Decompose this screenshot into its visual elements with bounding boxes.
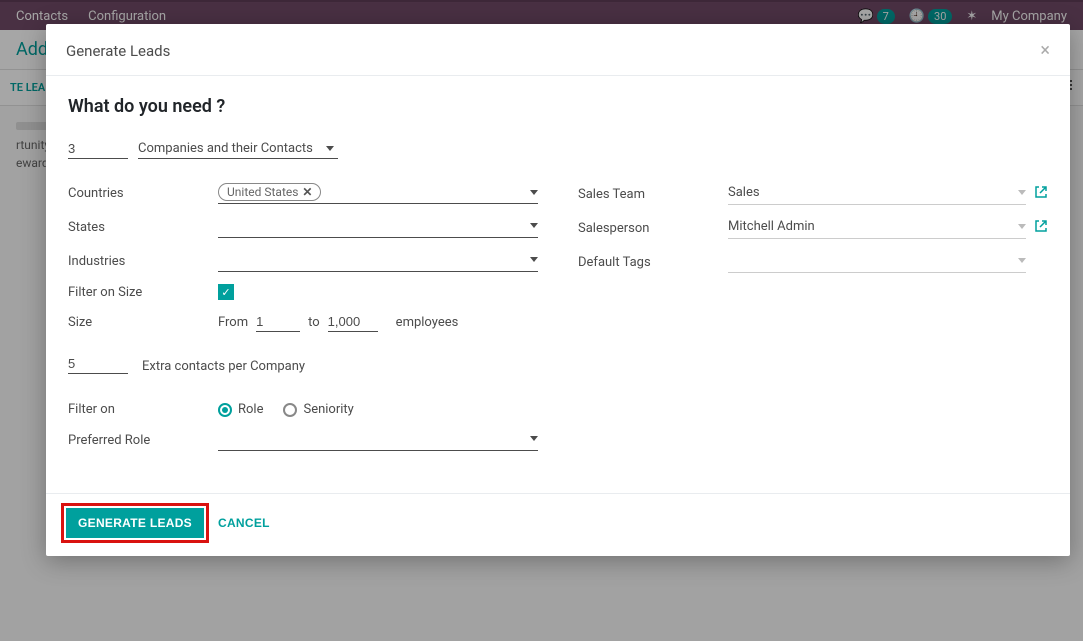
sales-team-value: Sales xyxy=(728,185,760,200)
modal-body: What do you need ? Companies and their C… xyxy=(46,76,1070,493)
label-filter-on: Filter on xyxy=(68,402,218,417)
size-to-input[interactable] xyxy=(328,312,378,332)
chevron-down-icon xyxy=(530,190,538,195)
modal-heading: What do you need ? xyxy=(68,96,1048,117)
lead-count-input[interactable] xyxy=(68,139,128,159)
filter-on-role-radio[interactable]: Role xyxy=(218,402,263,417)
chevron-down-icon xyxy=(326,146,334,151)
label-filter-size: Filter on Size xyxy=(68,285,218,300)
chevron-down-icon xyxy=(1018,258,1026,263)
label-employees: employees xyxy=(396,315,459,330)
remove-tag-icon[interactable]: ✕ xyxy=(302,185,312,199)
extra-contacts-input[interactable] xyxy=(68,354,128,374)
modal-title: Generate Leads xyxy=(66,42,170,60)
size-from-input[interactable] xyxy=(256,312,300,332)
modal-footer: GENERATE LEADS CANCEL xyxy=(46,493,1070,556)
salesperson-select[interactable]: Mitchell Admin xyxy=(728,217,1026,239)
label-to: to xyxy=(308,315,320,330)
label-industries: Industries xyxy=(68,254,218,269)
modal-header: Generate Leads × xyxy=(46,24,1070,76)
filter-on-seniority-radio[interactable]: Seniority xyxy=(283,402,353,417)
chevron-down-icon xyxy=(1018,190,1026,195)
radio-unchecked-icon xyxy=(283,403,297,417)
radio-role-label: Role xyxy=(238,402,263,417)
chevron-down-icon xyxy=(530,257,538,262)
cancel-button[interactable]: CANCEL xyxy=(218,516,270,530)
label-extra-contacts: Extra contacts per Company xyxy=(142,359,305,374)
generate-leads-button[interactable]: GENERATE LEADS xyxy=(66,508,204,538)
label-size: Size xyxy=(68,315,218,330)
chevron-down-icon xyxy=(530,436,538,441)
industries-input[interactable] xyxy=(218,250,538,272)
preferred-role-input[interactable] xyxy=(218,429,538,451)
chevron-down-icon xyxy=(1018,224,1026,229)
salesperson-value: Mitchell Admin xyxy=(728,219,815,234)
label-from: From xyxy=(218,315,248,330)
sales-team-select[interactable]: Sales xyxy=(728,183,1026,205)
radio-checked-icon xyxy=(218,403,232,417)
default-tags-input[interactable] xyxy=(728,251,1026,273)
external-link-icon[interactable] xyxy=(1034,185,1048,203)
search-type-select[interactable]: Companies and their Contacts xyxy=(138,139,338,159)
label-countries: Countries xyxy=(68,186,218,201)
search-type-value: Companies and their Contacts xyxy=(138,141,313,156)
radio-seniority-label: Seniority xyxy=(303,402,353,417)
close-icon[interactable]: × xyxy=(1040,40,1050,61)
filter-size-checkbox[interactable]: ✓ xyxy=(218,284,234,300)
label-salesperson: Salesperson xyxy=(578,221,728,236)
country-tag-us[interactable]: United States ✕ xyxy=(218,183,321,201)
label-states: States xyxy=(68,220,218,235)
label-default-tags: Default Tags xyxy=(578,255,728,270)
country-tag-label: United States xyxy=(227,185,298,199)
chevron-down-icon xyxy=(530,223,538,228)
states-input[interactable] xyxy=(218,216,538,238)
label-sales-team: Sales Team xyxy=(578,187,728,202)
label-preferred-role: Preferred Role xyxy=(68,433,218,448)
generate-leads-modal: Generate Leads × What do you need ? Comp… xyxy=(46,24,1070,556)
external-link-icon[interactable] xyxy=(1034,219,1048,237)
countries-input[interactable]: United States ✕ xyxy=(218,183,538,204)
